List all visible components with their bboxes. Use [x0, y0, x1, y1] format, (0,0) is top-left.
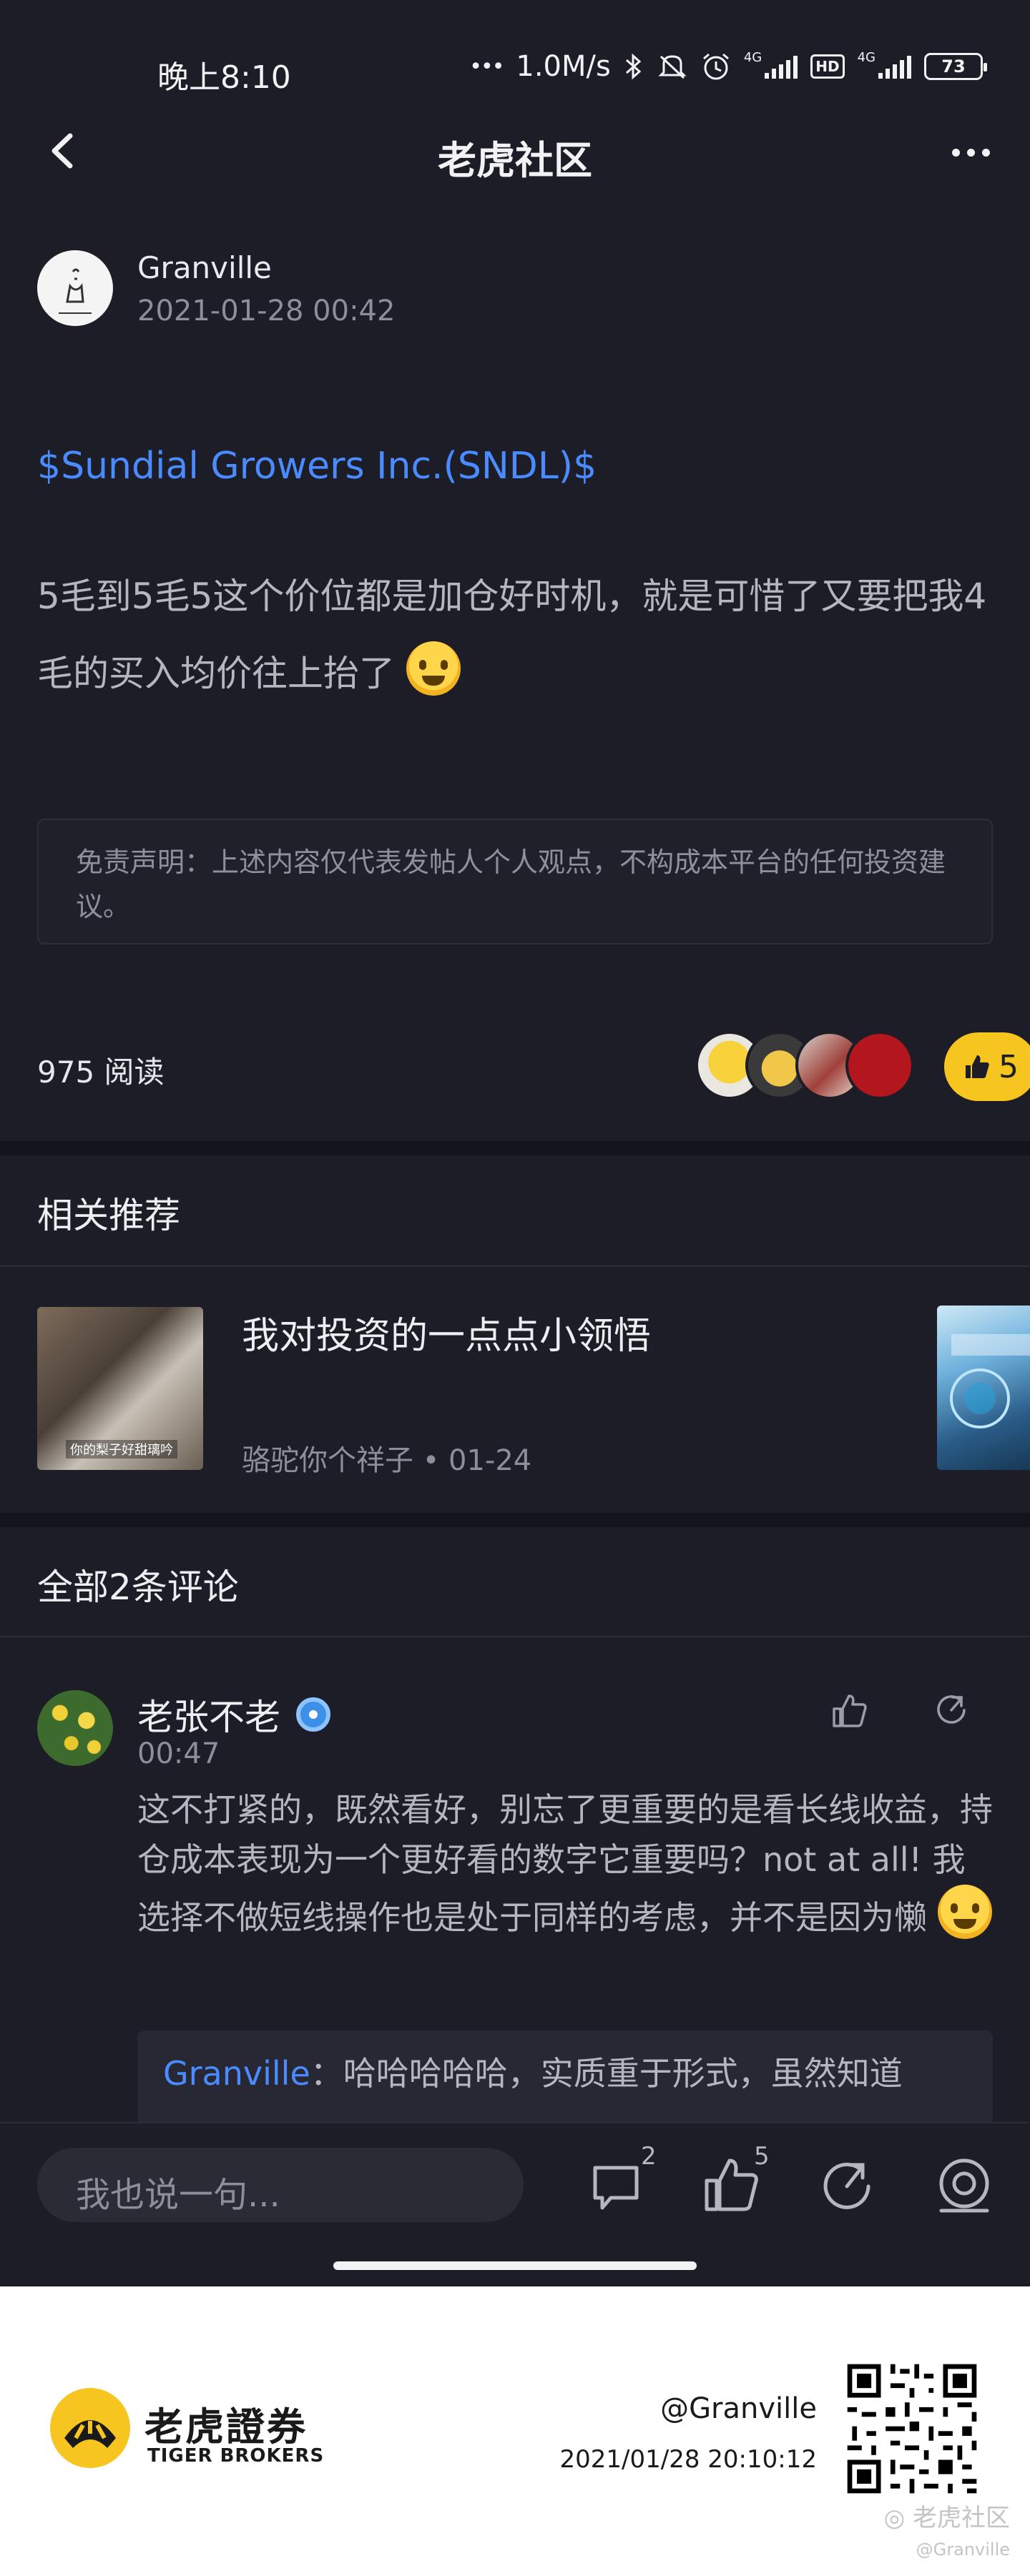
- comment-share-icon[interactable]: [931, 1690, 971, 1730]
- comment-count-badge: 2: [641, 2142, 657, 2171]
- author-avatar[interactable]: [37, 250, 113, 326]
- read-count: 975 阅读: [37, 1055, 165, 1090]
- watermark-user: @Granville: [916, 2540, 1010, 2560]
- related-section-title: 相关推荐: [37, 1195, 180, 1236]
- commenter-name-row: 老张不老: [137, 1689, 330, 1740]
- tiger-brokers-logo-icon: [50, 2388, 130, 2468]
- page-title: 老虎社区: [438, 138, 592, 183]
- comment-like-icon[interactable]: [830, 1690, 870, 1730]
- commenter-avatar[interactable]: [37, 1690, 113, 1766]
- related-item-thumbnail-next[interactable]: [937, 1306, 1030, 1470]
- network-speed: 1.0M/s: [516, 50, 611, 83]
- status-icons: ••• 1.0M/s 4G HD 4G 73: [469, 50, 987, 83]
- reply-author[interactable]: Granville: [163, 2054, 310, 2093]
- home-indicator[interactable]: [333, 2261, 697, 2270]
- comment-time: 00:47: [137, 1737, 220, 1770]
- stock-link[interactable]: $Sundial Growers Inc.(SNDL)$: [37, 445, 597, 488]
- favorite-icon: [939, 2158, 989, 2213]
- network-type-1: 4G: [743, 50, 762, 65]
- crying-emoji-icon: [406, 641, 461, 696]
- share-icon: [823, 2162, 870, 2209]
- comment-input[interactable]: 我也说一句...: [37, 2148, 524, 2222]
- reply-text: ：哈哈哈哈哈，实质重于形式，虽然知道: [310, 2054, 903, 2093]
- facepalm-emoji-icon: [937, 1885, 992, 1939]
- watermark-logo-icon: ◎: [883, 2504, 913, 2532]
- watermark: ◎ 老虎社区: [884, 2498, 1010, 2533]
- thumbs-up-icon: [966, 1055, 989, 1078]
- reply-preview[interactable]: Granville：哈哈哈哈哈，实质重于形式，虽然知道: [137, 2030, 993, 2131]
- network-type-2: 4G: [857, 50, 876, 65]
- qr-code-icon: [843, 2359, 981, 2498]
- mute-icon: [658, 55, 687, 79]
- post-body: 5毛到5毛5这个价位都是加仓好时机，就是可惜了又要把我4毛的买入均价往上抬了: [37, 558, 996, 712]
- like-pill-button[interactable]: 5: [944, 1032, 1030, 1101]
- related-item-meta: 骆驼你个祥子 • 01-24: [242, 1444, 532, 1477]
- thumbnail-caption: 你的梨子好甜璃吟: [66, 1440, 177, 1459]
- favorite-button[interactable]: [930, 2152, 999, 2221]
- liker-avatar: [845, 1031, 914, 1100]
- post-body-text: 5毛到5毛5这个价位都是加仓好时机，就是可惜了又要把我4毛的买入均价往上抬了: [37, 576, 987, 694]
- back-icon[interactable]: [41, 126, 84, 176]
- bluetooth-icon: [625, 53, 642, 80]
- related-item-thumbnail[interactable]: 你的梨子好甜璃吟: [37, 1307, 203, 1470]
- avatar-sketch-icon: [59, 268, 92, 314]
- divider: [0, 1265, 1030, 1267]
- section-divider: [0, 1141, 1030, 1155]
- like-count: 5: [999, 1048, 1019, 1085]
- comment-body-text: 这不打紧的，既然看好，别忘了更重要的是看长线收益，持仓成本表现为一个更好看的数字…: [137, 1790, 993, 1937]
- like-count-badge: 5: [754, 2142, 770, 2171]
- author-name[interactable]: Granville: [137, 250, 272, 285]
- signal-icon-2: [878, 54, 911, 79]
- divider: [0, 1636, 1030, 1637]
- disclaimer-text: 免责声明：上述内容仅代表发帖人个人观点，不构成本平台的任何投资建议。: [76, 847, 946, 922]
- disclaimer-box: 免责声明：上述内容仅代表发帖人个人观点，不构成本平台的任何投资建议。: [37, 819, 993, 944]
- footer-username: @Granville: [660, 2392, 817, 2425]
- post-time: 2021-01-28 00:42: [137, 295, 396, 327]
- section-divider: [0, 1513, 1030, 1527]
- status-time: 晚上8:10: [157, 59, 291, 96]
- more-dots-icon: •••: [469, 54, 504, 79]
- footer-timestamp: 2021/01/28 20:10:12: [559, 2445, 817, 2474]
- like-button[interactable]: 5: [700, 2142, 770, 2221]
- signal-icon: [765, 54, 798, 79]
- car-dashboard-image: [950, 1334, 1030, 1428]
- verified-badge-icon: [296, 1697, 330, 1732]
- more-options-icon[interactable]: [946, 134, 996, 170]
- likers-row[interactable]: 5: [695, 1031, 1030, 1102]
- share-button[interactable]: [813, 2152, 881, 2221]
- watermark-text: 老虎社区: [913, 2504, 1010, 2532]
- hd-badge: HD: [810, 54, 845, 79]
- related-item-title[interactable]: 我对投资的一点点小领悟: [242, 1306, 651, 1359]
- commenter-name[interactable]: 老张不老: [137, 1689, 280, 1740]
- brand-name-cn: 老虎證券: [144, 2404, 308, 2449]
- alarm-icon: [702, 53, 729, 80]
- status-bar: 晚上8:10 ••• 1.0M/s 4G HD 4G 73: [0, 0, 1030, 143]
- comment-button[interactable]: 2: [587, 2142, 657, 2221]
- battery-indicator: 73: [924, 53, 987, 80]
- brand-name-en: TIGER BROKERS: [147, 2445, 325, 2467]
- comment-body: 这不打紧的，既然看好，别忘了更重要的是看长线收益，持仓成本表现为一个更好看的数字…: [137, 1785, 996, 1943]
- comments-section-title: 全部2条评论: [37, 1566, 239, 1608]
